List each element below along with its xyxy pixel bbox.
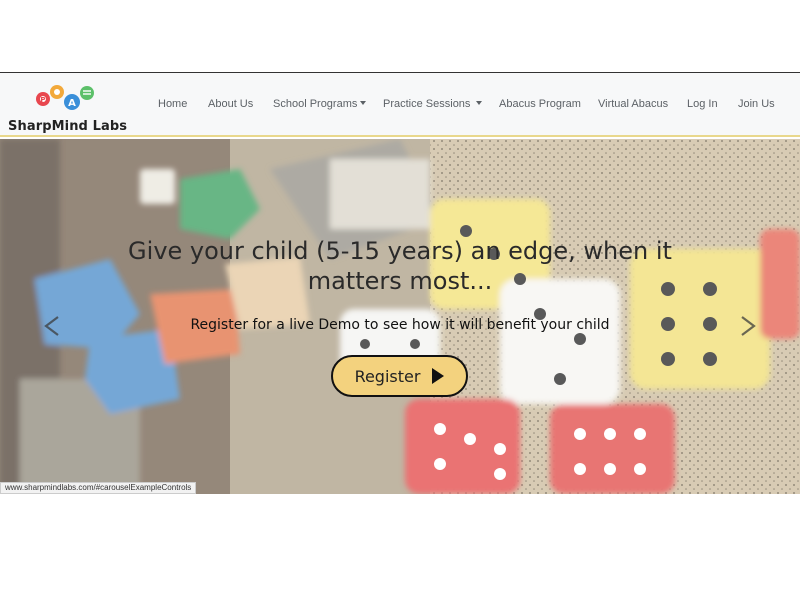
register-button-label: Register	[354, 366, 421, 386]
nav-item-abacus-program[interactable]: Abacus Program	[499, 98, 581, 110]
caret-down-icon	[360, 101, 367, 105]
link-status-bar: www.sharpmindlabs.com/#carouselExampleCo…	[0, 482, 197, 494]
nav-item-school-programs[interactable]: School Programs	[273, 98, 367, 110]
nav-item-school-programs-label: School Programs	[273, 98, 358, 110]
nav-item-practice-sessions[interactable]: Practice Sessions	[383, 98, 483, 110]
hero-subtitle: Register for a live Demo to see how it w…	[190, 317, 610, 333]
main-nav: Home About Us School Programs Practice S…	[0, 98, 800, 114]
register-button[interactable]: Register	[331, 355, 468, 397]
caret-down-icon	[476, 101, 483, 105]
brand-name: SharpMind Labs	[8, 119, 128, 134]
hero-carousel: Give your child (5-15 years) an edge, wh…	[0, 139, 800, 494]
hero-title: Give your child (5-15 years) an edge, wh…	[128, 237, 672, 295]
nav-item-virtual-abacus[interactable]: Virtual Abacus	[598, 98, 668, 110]
nav-item-log-in[interactable]: Log In	[687, 98, 718, 110]
chevron-left-icon[interactable]	[42, 315, 62, 337]
navbar: A P SharpMind Labs Home About Us School …	[0, 73, 800, 137]
nav-item-home[interactable]: Home	[158, 98, 187, 110]
play-icon	[432, 368, 445, 384]
page: A P SharpMind Labs Home About Us School …	[0, 0, 800, 600]
nav-item-join-us[interactable]: Join Us	[738, 98, 775, 110]
nav-item-about-us[interactable]: About Us	[208, 98, 253, 110]
nav-item-practice-sessions-label: Practice Sessions	[383, 98, 471, 110]
chevron-right-icon[interactable]	[738, 315, 758, 337]
